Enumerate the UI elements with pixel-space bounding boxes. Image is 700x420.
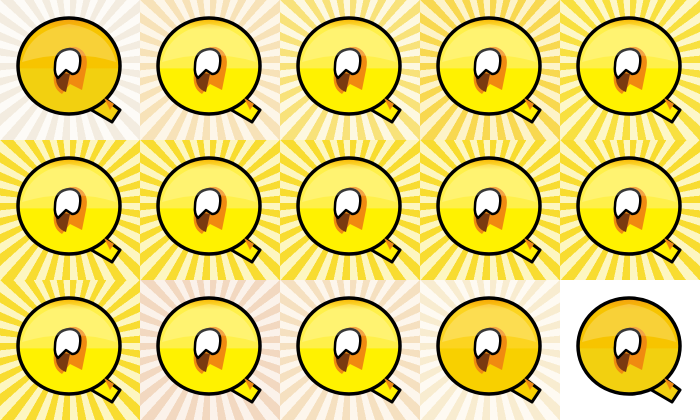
image-tile[interactable] <box>420 280 560 420</box>
image-tile[interactable] <box>420 0 560 140</box>
letter-q-icon <box>296 156 402 264</box>
image-tile[interactable] <box>280 140 420 280</box>
letter-q-icon <box>576 296 682 404</box>
image-tile[interactable] <box>0 280 140 420</box>
letter-q-icon <box>436 156 542 264</box>
image-tile[interactable] <box>0 0 140 140</box>
letter-q-icon <box>296 296 402 404</box>
image-tile[interactable] <box>280 280 420 420</box>
letter-q-icon <box>436 16 542 124</box>
letter-q-icon <box>156 296 262 404</box>
image-grid <box>0 0 700 420</box>
letter-q-icon <box>576 16 682 124</box>
image-tile[interactable] <box>560 140 700 280</box>
letter-q-icon <box>16 296 122 404</box>
image-tile[interactable] <box>140 140 280 280</box>
letter-q-icon <box>576 156 682 264</box>
image-tile[interactable] <box>280 0 420 140</box>
letter-q-icon <box>436 296 542 404</box>
image-tile[interactable] <box>140 280 280 420</box>
letter-q-icon <box>296 16 402 124</box>
image-tile[interactable] <box>140 0 280 140</box>
letter-q-icon <box>16 16 122 124</box>
letter-q-icon <box>156 16 262 124</box>
image-tile[interactable] <box>0 140 140 280</box>
letter-q-icon <box>16 156 122 264</box>
letter-q-icon <box>156 156 262 264</box>
image-tile[interactable] <box>420 140 560 280</box>
image-tile[interactable] <box>560 280 700 420</box>
image-tile[interactable] <box>560 0 700 140</box>
